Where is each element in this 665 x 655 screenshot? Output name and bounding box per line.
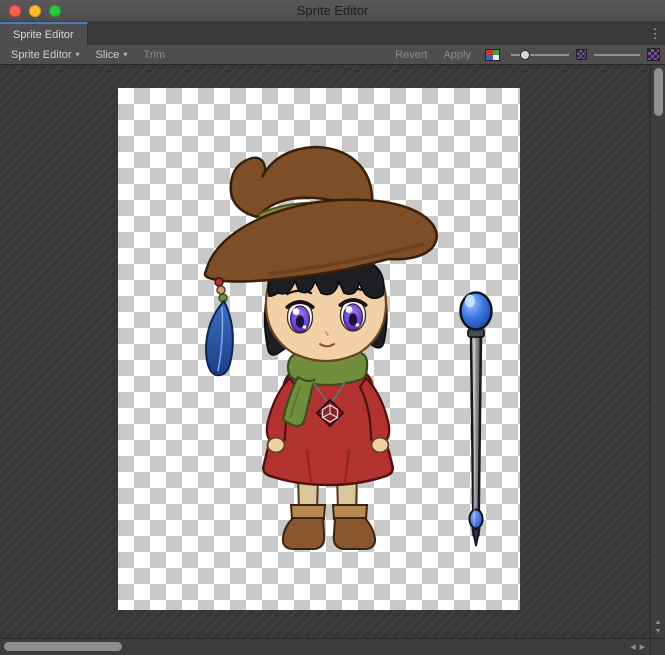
horizontal-scrollbar[interactable]: ◀ ▶ xyxy=(0,638,650,655)
sprite-image xyxy=(118,88,520,610)
zoom-slider[interactable] xyxy=(511,47,569,63)
horizontal-scrollbar-thumb[interactable] xyxy=(4,642,122,651)
sprite-canvas[interactable] xyxy=(0,65,650,638)
scroll-left-icon[interactable]: ◀ xyxy=(630,644,635,651)
character-sprite xyxy=(205,147,437,549)
scrollbar-corner xyxy=(650,638,665,655)
horizontal-scroll-arrows: ◀ ▶ xyxy=(630,639,645,655)
vertical-scrollbar-thumb[interactable] xyxy=(654,68,663,116)
mip-slider-track[interactable] xyxy=(594,54,640,56)
mip-texture-icon[interactable] xyxy=(647,48,660,61)
titlebar: Sprite Editor xyxy=(0,0,665,22)
tab-label: Sprite Editor xyxy=(13,29,74,41)
chevron-down-icon: ▾ xyxy=(123,51,127,59)
mode-dropdown-label: Sprite Editor xyxy=(11,49,72,61)
toolbar: Sprite Editor ▾ Slice ▾ Trim Revert Appl… xyxy=(0,45,665,65)
tab-sprite-editor[interactable]: Sprite Editor xyxy=(0,22,88,45)
apply-button-label: Apply xyxy=(443,49,471,61)
scroll-down-icon[interactable]: ▼ xyxy=(655,628,662,635)
slice-dropdown[interactable]: Slice ▾ xyxy=(90,48,134,62)
rgb-channels-icon[interactable] xyxy=(485,49,500,61)
scroll-right-icon[interactable]: ▶ xyxy=(640,644,645,651)
texture-transparency-area[interactable] xyxy=(118,88,520,610)
trim-button-label: Trim xyxy=(143,49,165,61)
vertical-scrollbar[interactable]: ▲ ▼ xyxy=(650,65,665,638)
mip-level-icon[interactable] xyxy=(576,49,587,60)
window-title: Sprite Editor xyxy=(0,0,665,22)
staff-sprite xyxy=(461,293,492,547)
chevron-down-icon: ▾ xyxy=(76,51,80,59)
revert-button-label: Revert xyxy=(395,49,427,61)
vertical-scroll-arrows: ▲ ▼ xyxy=(651,619,665,635)
mip-slider[interactable] xyxy=(594,47,640,63)
character-eye-left xyxy=(288,301,313,333)
character-eye-right xyxy=(341,299,366,331)
zoom-slider-knob[interactable] xyxy=(520,50,530,60)
character-hat-feather xyxy=(206,277,233,375)
sprite-editor-mode-dropdown[interactable]: Sprite Editor ▾ xyxy=(5,48,86,62)
trim-button[interactable]: Trim xyxy=(137,48,171,62)
character-boots xyxy=(283,505,375,549)
character-hat xyxy=(205,147,437,282)
apply-button[interactable]: Apply xyxy=(437,48,477,62)
kebab-menu-icon[interactable]: ⋮ xyxy=(645,22,665,45)
revert-button[interactable]: Revert xyxy=(389,48,433,62)
tab-strip: Sprite Editor ⋮ xyxy=(0,22,665,45)
sprite-editor-window: Sprite Editor Sprite Editor ⋮ Sprite Edi… xyxy=(0,0,665,655)
slice-dropdown-label: Slice xyxy=(96,49,120,61)
scroll-up-icon[interactable]: ▲ xyxy=(655,619,662,626)
